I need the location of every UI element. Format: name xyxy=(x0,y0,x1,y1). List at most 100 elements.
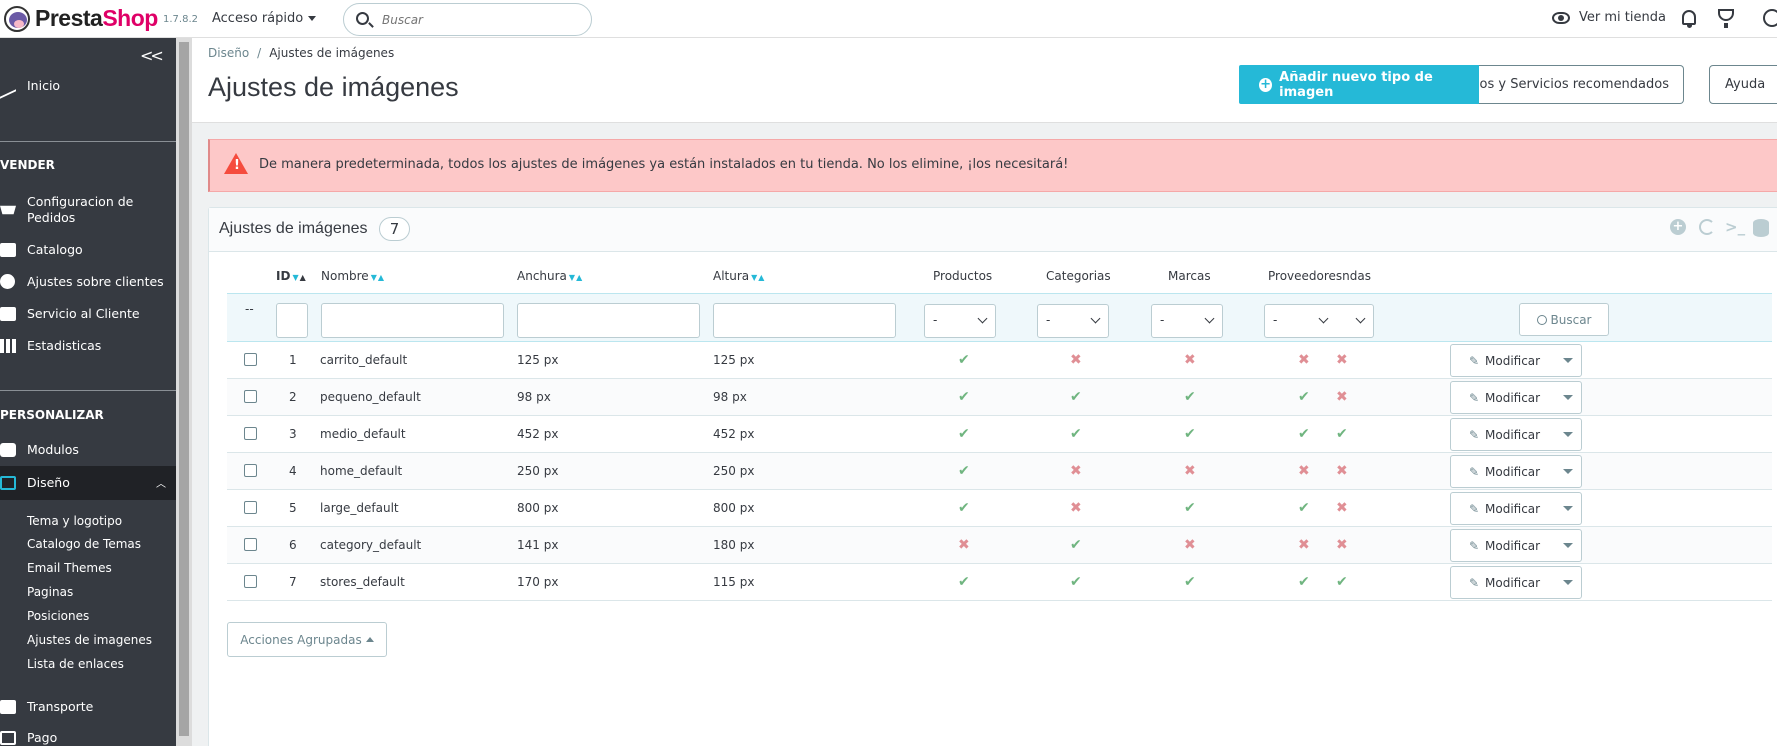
sidebar-subitem-tema[interactable]: Tema y logotipo xyxy=(27,514,122,528)
check-icon[interactable]: ✔ xyxy=(1336,426,1348,442)
column-header-name[interactable]: Nombre ▼▲ xyxy=(321,269,385,283)
cross-icon[interactable]: ✖ xyxy=(1298,537,1310,553)
filter-brands-select[interactable]: - xyxy=(1151,304,1223,338)
caret-down-icon[interactable] xyxy=(1563,580,1573,585)
row-checkbox[interactable] xyxy=(244,575,257,588)
filter-categories-select[interactable]: - xyxy=(1037,304,1109,338)
sidebar-scrollbar[interactable] xyxy=(176,38,192,746)
check-icon[interactable]: ✔ xyxy=(1070,537,1082,553)
table-row[interactable]: 4 home_default 250 px 250 px ✔ ✖ ✖ ✖ ✖ ✎ Modificar xyxy=(227,453,1772,490)
caret-down-icon[interactable] xyxy=(1563,395,1573,400)
cross-icon[interactable]: ✖ xyxy=(1298,352,1310,368)
table-row[interactable]: 3 medio_default 452 px 452 px ✔ ✔ ✔ ✔ ✔ ✎ Modifica… xyxy=(227,416,1772,453)
sql-query-icon[interactable]: >_ xyxy=(1725,219,1745,235)
check-icon[interactable]: ✔ xyxy=(1298,389,1310,405)
sort-icon[interactable]: ▼▲ xyxy=(569,273,583,282)
add-image-type-button[interactable]: + Añadir nuevo tipo de imagen xyxy=(1239,65,1479,104)
caret-down-icon[interactable] xyxy=(1563,469,1573,474)
caret-down-icon[interactable] xyxy=(1563,543,1573,548)
cross-icon[interactable]: ✖ xyxy=(1336,463,1348,479)
check-icon[interactable]: ✔ xyxy=(958,426,970,442)
edit-button[interactable]: ✎ Modificar xyxy=(1450,529,1582,562)
cross-icon[interactable]: ✖ xyxy=(1070,352,1082,368)
edit-button[interactable]: ✎ Modificar xyxy=(1450,566,1582,599)
recommended-modules-button[interactable]: Módulos y Servicios recomendados xyxy=(1479,65,1684,104)
trophy-icon[interactable] xyxy=(1718,9,1734,28)
cross-icon[interactable]: ✖ xyxy=(1336,537,1348,553)
edit-button[interactable]: ✎ Modificar xyxy=(1450,381,1582,414)
filter-name-input[interactable] xyxy=(321,303,504,338)
check-icon[interactable]: ✔ xyxy=(1070,574,1082,590)
sort-icon[interactable]: ▼▲ xyxy=(371,273,385,282)
check-icon[interactable]: ✔ xyxy=(1298,426,1310,442)
check-icon[interactable]: ✔ xyxy=(1070,389,1082,405)
check-icon[interactable]: ✔ xyxy=(958,352,970,368)
check-icon[interactable]: ✔ xyxy=(1298,574,1310,590)
sidebar-subitem-email-themes[interactable]: Email Themes xyxy=(27,561,112,575)
cross-icon[interactable]: ✖ xyxy=(1336,389,1348,405)
cross-icon[interactable]: ✖ xyxy=(1336,352,1348,368)
table-row[interactable]: 5 large_default 800 px 800 px ✔ ✖ ✔ ✔ ✖ ✎ Modifica… xyxy=(227,490,1772,527)
search-box[interactable] xyxy=(343,3,592,36)
column-header-width[interactable]: Anchura ▼▲ xyxy=(517,269,583,283)
table-row[interactable]: 6 category_default 141 px 180 px ✖ ✔ ✖ ✖ ✖ ✎ Modif… xyxy=(227,527,1772,564)
filter-height-input[interactable] xyxy=(713,303,896,338)
cross-icon[interactable]: ✖ xyxy=(1336,500,1348,516)
help-button[interactable]: Ayuda xyxy=(1709,65,1777,104)
breadcrumb-parent[interactable]: Diseño xyxy=(208,46,249,60)
check-icon[interactable]: ✔ xyxy=(958,500,970,516)
row-checkbox[interactable] xyxy=(244,353,257,366)
sidebar-subitem-paginas[interactable]: Paginas xyxy=(27,585,73,599)
check-icon[interactable]: ✔ xyxy=(1184,426,1196,442)
sort-icon[interactable]: ▼▲ xyxy=(751,273,765,282)
row-checkbox[interactable] xyxy=(244,501,257,514)
sort-icon[interactable]: ▼▲ xyxy=(292,273,306,282)
filter-width-input[interactable] xyxy=(517,303,700,338)
caret-down-icon[interactable] xyxy=(1563,358,1573,363)
view-store-link[interactable]: Ver mi tienda xyxy=(1552,10,1666,25)
check-icon[interactable]: ✔ xyxy=(1184,574,1196,590)
sidebar-subitem-catalogo-temas[interactable]: Catalogo de Temas xyxy=(27,537,141,551)
filter-products-select[interactable]: - xyxy=(924,304,996,338)
filter-id-input[interactable] xyxy=(276,303,308,338)
caret-down-icon[interactable] xyxy=(1563,506,1573,511)
check-icon[interactable]: ✔ xyxy=(1298,500,1310,516)
row-checkbox[interactable] xyxy=(244,538,257,551)
user-account-icon[interactable] xyxy=(1763,9,1777,27)
edit-button[interactable]: ✎ Modificar xyxy=(1450,418,1582,451)
quick-access-dropdown[interactable]: Acceso rápido xyxy=(212,11,317,26)
cross-icon[interactable]: ✖ xyxy=(1298,463,1310,479)
search-input[interactable] xyxy=(382,10,577,30)
sidebar-subitem-ajustes-imagenes[interactable]: Ajustes de imagenes xyxy=(27,633,152,647)
sidebar-subitem-lista-enlaces[interactable]: Lista de enlaces xyxy=(27,657,124,671)
edit-button[interactable]: ✎ Modificar xyxy=(1450,492,1582,525)
cross-icon[interactable]: ✖ xyxy=(1070,500,1082,516)
row-checkbox[interactable] xyxy=(244,464,257,477)
database-icon[interactable] xyxy=(1753,219,1769,237)
check-icon[interactable]: ✔ xyxy=(1184,389,1196,405)
table-row[interactable]: 7 stores_default 170 px 115 px ✔ ✔ ✔ ✔ ✔ ✎ Modific… xyxy=(227,564,1772,601)
check-icon[interactable]: ✔ xyxy=(958,389,970,405)
column-header-height[interactable]: Altura ▼▲ xyxy=(713,269,765,283)
filter-search-button[interactable]: Buscar xyxy=(1519,303,1609,336)
row-checkbox[interactable] xyxy=(244,390,257,403)
cross-icon[interactable]: ✖ xyxy=(958,537,970,553)
prestashop-logo[interactable]: PrestaShop xyxy=(4,5,158,32)
cross-icon[interactable]: ✖ xyxy=(1184,463,1196,479)
check-icon[interactable]: ✔ xyxy=(1070,426,1082,442)
table-row[interactable]: 2 pequeno_default 98 px 98 px ✔ ✔ ✔ ✔ ✖ ✎ Modifica… xyxy=(227,379,1772,416)
bulk-actions-button[interactable]: Acciones Agrupadas xyxy=(227,622,387,657)
collapse-sidebar-icon[interactable]: << xyxy=(140,46,164,65)
check-icon[interactable]: ✔ xyxy=(1336,574,1348,590)
cross-icon[interactable]: ✖ xyxy=(1184,352,1196,368)
table-row[interactable]: 1 carrito_default 125 px 125 px ✔ ✖ ✖ ✖ ✖ ✎ Modifi… xyxy=(227,342,1772,379)
edit-button[interactable]: ✎ Modificar xyxy=(1450,344,1582,377)
notifications-bell-icon[interactable] xyxy=(1682,10,1696,28)
cross-icon[interactable]: ✖ xyxy=(1184,537,1196,553)
column-header-id[interactable]: ID ▼▲ xyxy=(276,269,307,283)
row-checkbox[interactable] xyxy=(244,427,257,440)
sidebar-subitem-posiciones[interactable]: Posiciones xyxy=(27,609,89,623)
check-icon[interactable]: ✔ xyxy=(958,463,970,479)
add-new-icon[interactable]: + xyxy=(1670,219,1686,235)
edit-button[interactable]: ✎ Modificar xyxy=(1450,455,1582,488)
